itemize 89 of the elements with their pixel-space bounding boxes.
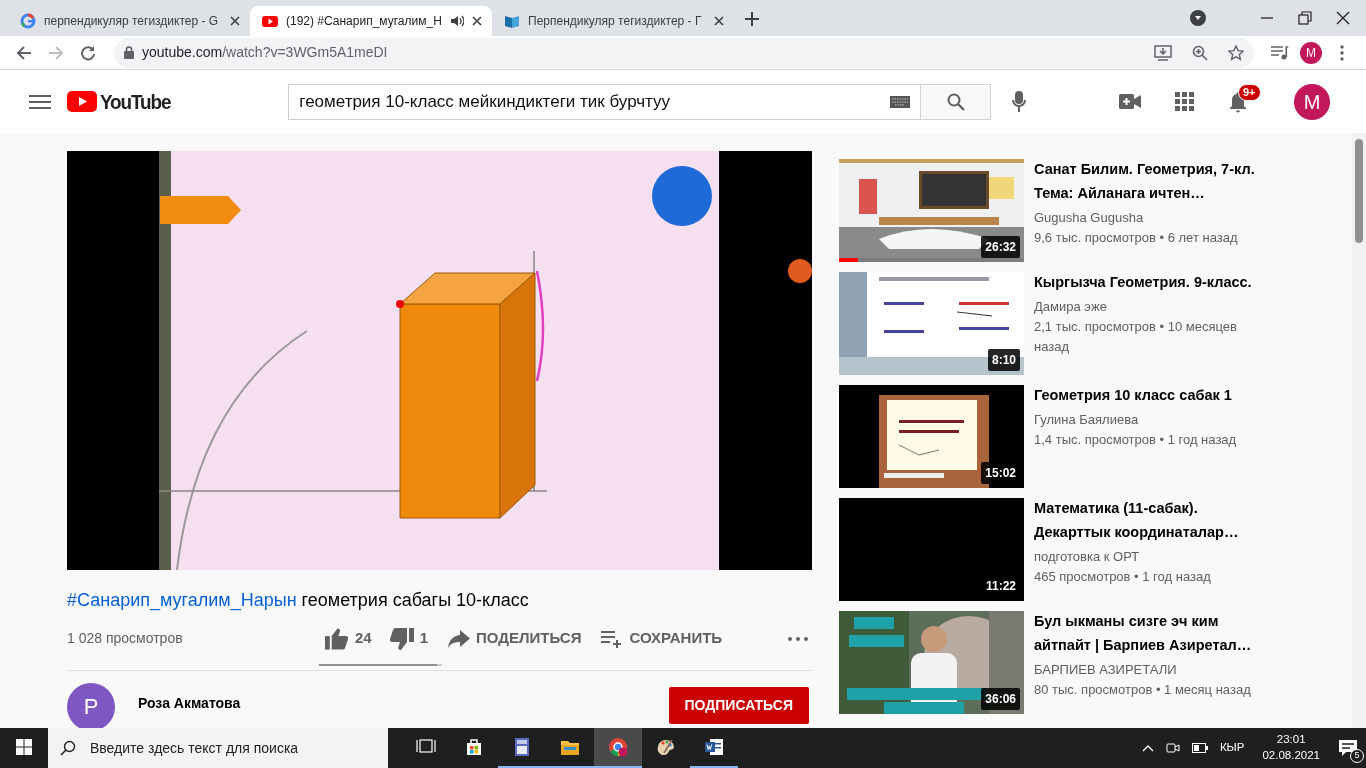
notification-center-icon[interactable] (1338, 739, 1358, 757)
search-icon (946, 92, 965, 111)
keyboard-icon[interactable] (890, 95, 911, 108)
back-icon[interactable] (16, 44, 32, 61)
video-title[interactable]: Бул ыкманы сизге эч ким айтпайт | Барпиев Азиретал… (1034, 609, 1256, 657)
view-count: 1 028 просмотров (67, 629, 184, 649)
chrome-app-icon[interactable] (608, 737, 628, 757)
video-duration: 8:10 (987, 349, 1020, 371)
menu-icon[interactable] (1340, 44, 1344, 61)
share-button[interactable]: ПОДЕЛИТЬСЯ (448, 627, 582, 650)
windows-logo-icon (16, 739, 32, 755)
hashtag-link[interactable]: #Санарип_мугалим_Нарын (67, 590, 297, 610)
notification-count-badge: 9+ (1238, 83, 1261, 101)
chevron-up-icon[interactable] (1141, 744, 1154, 752)
channel-name[interactable]: подготовка к ОРТ (1034, 547, 1256, 567)
url-path: /watch?v=3WGm5A1meDI (222, 44, 388, 60)
google-logo-icon (20, 13, 36, 29)
store-app-icon[interactable] (464, 737, 484, 757)
search-icon (60, 740, 76, 756)
tab-search-icon[interactable] (1190, 10, 1206, 26)
dislike-button[interactable]: 1 (389, 627, 429, 650)
close-icon[interactable] (714, 16, 724, 26)
url-host: youtube.com (142, 44, 223, 60)
share-arrow-icon (448, 629, 471, 648)
browser-tab[interactable]: (192) #Санарип_мугалим_Н (250, 6, 492, 36)
channel-name[interactable]: Гулина Баялиева (1034, 410, 1256, 430)
video-title: #Санарип_мугалим_Нарын геометрия сабагы 10-класс (67, 590, 530, 612)
account-avatar[interactable]: M (1294, 83, 1330, 120)
channel-name[interactable]: Gugusha Gugusha (1034, 208, 1256, 228)
book-icon (504, 13, 520, 29)
calculator-app-icon[interactable] (512, 737, 532, 757)
channel-name[interactable]: БАРПИЕВ АЗИРЕТАЛИ (1034, 660, 1256, 680)
video-meta: 1,4 тыс. просмотров • 1 год назад (1034, 431, 1238, 449)
search-button[interactable] (920, 83, 992, 120)
save-button[interactable]: СОХРАНИТЬ (601, 627, 723, 650)
zoom-icon[interactable] (1192, 44, 1208, 61)
video-camera-icon[interactable] (1119, 94, 1141, 109)
video-meta: 2,1 тыс. просмотров • 10 месяцев назад (1034, 318, 1238, 356)
install-icon[interactable] (1154, 44, 1172, 61)
close-icon[interactable] (472, 16, 482, 26)
channel-avatar[interactable]: Р (67, 682, 115, 728)
play-logo-icon (262, 13, 278, 29)
video-meta: 80 тыс. просмотров • 1 месяц назад (1034, 681, 1252, 699)
video-title[interactable]: Математика (11-сабак). Декарттык координаталар… (1034, 496, 1256, 544)
more-actions-icon[interactable] (788, 636, 808, 641)
battery-icon[interactable] (1191, 743, 1208, 753)
clock-date[interactable]: 02.08.2021 (1262, 748, 1320, 764)
bookmark-star-icon[interactable] (1228, 44, 1244, 61)
reload-icon[interactable] (80, 44, 96, 61)
browser-tab[interactable]: перпендикуляр тегиздиктер - G (8, 6, 250, 36)
word-app-icon[interactable] (704, 737, 724, 757)
channel-name[interactable]: Роза Акматова (138, 692, 241, 714)
close-icon[interactable] (1336, 11, 1350, 25)
thumbs-up-icon (325, 627, 349, 650)
thumbs-down-icon (389, 627, 414, 650)
subscribe-button[interactable]: ПОДПИСАТЬСЯ (668, 686, 809, 724)
notification-count-badge: 5 (1350, 749, 1364, 763)
media-queue-icon[interactable] (1271, 45, 1289, 60)
channel-name[interactable]: Дамира эже (1034, 297, 1256, 317)
video-meta: 9,6 тыс. просмотров • 6 лет назад (1034, 229, 1239, 247)
logo-text: YouTube (100, 88, 171, 115)
close-icon[interactable] (230, 16, 240, 26)
meet-now-icon[interactable] (1165, 741, 1180, 755)
new-tab-icon[interactable] (745, 12, 759, 26)
search-text: геометрия 10-класс мейкиндиктеги тик бурчтуу (299, 90, 672, 113)
video-duration: 26:32 (981, 236, 1020, 258)
search-field[interactable]: геометрия 10-класс мейкиндиктеги тик бурчтуу (288, 83, 921, 120)
menu-icon[interactable] (29, 93, 51, 110)
profile-avatar[interactable]: M (1300, 41, 1322, 64)
like-button[interactable]: 24 (325, 627, 372, 650)
paint-app-icon[interactable] (656, 737, 676, 757)
video-meta: 465 просмотров • 1 год назад (1034, 568, 1212, 586)
microphone-icon[interactable] (1012, 90, 1027, 113)
clock-time[interactable]: 23:01 (1276, 732, 1306, 748)
youtube-logo-icon[interactable] (67, 91, 97, 112)
browser-tab[interactable]: Перпендикуляр тегиздиктер - Г (492, 6, 734, 36)
search-field[interactable]: Введите здесь текст для поиска (88, 736, 376, 760)
address-bar[interactable]: youtube.com/watch?v=3WGm5A1meDI (114, 37, 1254, 68)
search-field[interactable]: Введите здесь текст для поиска (48, 728, 388, 768)
lock-icon (124, 46, 134, 59)
video-duration: 36:06 (981, 688, 1020, 710)
video-title[interactable]: Санат Билим. Геометрия, 7-кл. Тема: Айланага ичтен… (1034, 157, 1256, 205)
video-title[interactable]: Кыргызча Геометрия. 9-класс. (1034, 270, 1256, 294)
video-title[interactable]: Геометрия 10 класс сабак 1 (1034, 383, 1256, 407)
keyboard-language[interactable]: КЫР (1219, 739, 1245, 757)
apps-grid-icon[interactable] (1174, 92, 1194, 111)
add-to-playlist-icon (601, 629, 624, 648)
scrollbar-thumb[interactable] (1355, 139, 1363, 243)
restore-icon[interactable] (1298, 11, 1312, 25)
